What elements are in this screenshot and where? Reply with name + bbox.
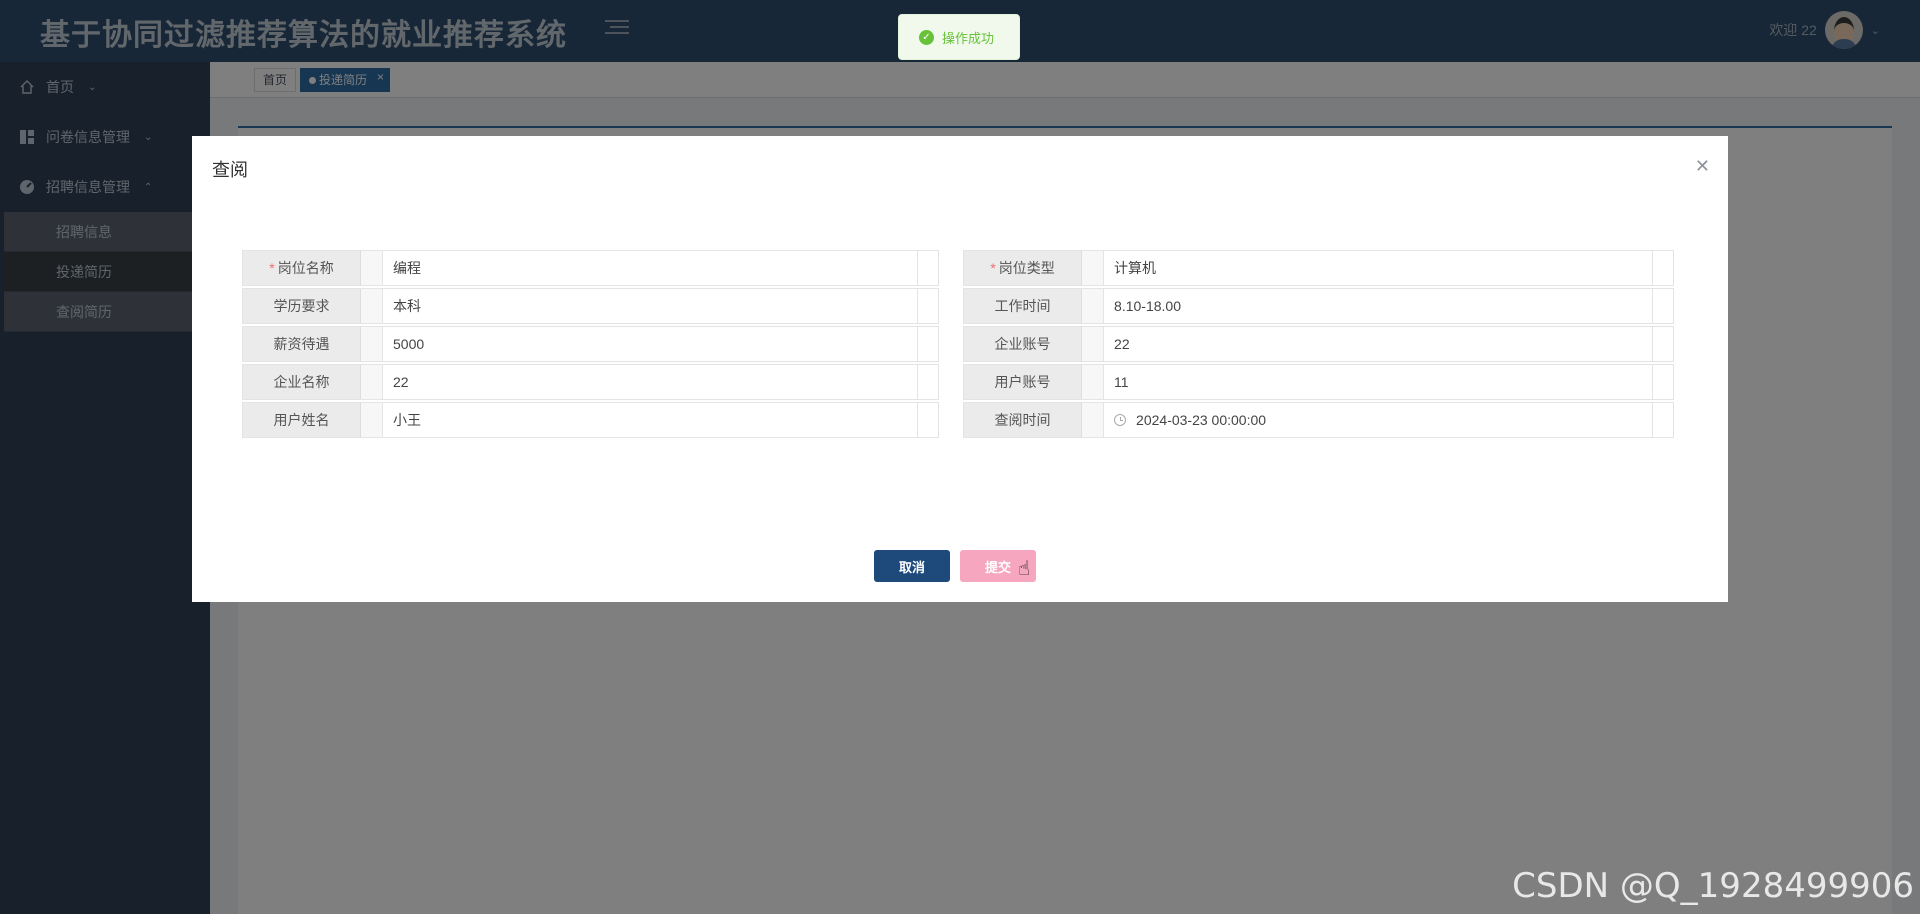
education-input[interactable]: 本科	[383, 289, 919, 323]
work-hours-input[interactable]: 8.10-18.00	[1104, 289, 1653, 323]
success-toast: ✓ 操作成功	[898, 14, 1020, 60]
view-time-picker[interactable]: 2024-03-23 00:00:00	[1104, 403, 1653, 437]
position-type-input[interactable]: 计算机	[1104, 251, 1653, 285]
field-salary: 薪资待遇 5000	[242, 326, 940, 362]
field-position-type: * 岗位类型 计算机	[963, 250, 1674, 286]
hand-cursor-icon: ☝	[1018, 558, 1031, 580]
field-work-hours: 工作时间 8.10-18.00	[963, 288, 1674, 324]
field-company-name: 企业名称 22	[242, 364, 940, 400]
cancel-button[interactable]: 取消	[874, 550, 950, 582]
view-dialog: 查阅 ✕ * 岗位名称 编程 * 岗位类型 计算机 学历要求 本科 工作时间 8…	[192, 136, 1728, 602]
field-position-name: * 岗位名称 编程	[242, 250, 940, 286]
field-education: 学历要求 本科	[242, 288, 940, 324]
field-company-account: 企业账号 22	[963, 326, 1674, 362]
field-label: 企业名称	[243, 365, 361, 399]
detail-form: * 岗位名称 编程 * 岗位类型 计算机 学历要求 本科 工作时间 8.10-1…	[242, 250, 1674, 440]
check-circle-icon: ✓	[919, 29, 934, 45]
field-label: 工作时间	[964, 289, 1083, 323]
field-label: 查阅时间	[964, 403, 1083, 437]
dialog-title: 查阅	[212, 160, 248, 180]
field-label: 学历要求	[243, 289, 361, 323]
user-name-input[interactable]: 小王	[383, 403, 919, 437]
close-icon[interactable]: ✕	[1695, 156, 1710, 177]
company-account-input[interactable]: 22	[1104, 327, 1653, 361]
toast-message: 操作成功	[942, 30, 995, 46]
watermark: CSDN @Q_1928499906	[1512, 866, 1914, 906]
field-label: 用户姓名	[243, 403, 361, 437]
view-time-value: 2024-03-23 00:00:00	[1136, 412, 1267, 428]
submit-button[interactable]: 提交 ☝	[960, 550, 1036, 582]
field-user-account: 用户账号 11	[963, 364, 1674, 400]
field-label: * 岗位类型	[964, 251, 1083, 285]
user-account-input[interactable]: 11	[1104, 365, 1653, 399]
field-view-time: 查阅时间 2024-03-23 00:00:00	[963, 402, 1674, 438]
clock-icon	[1114, 414, 1127, 426]
company-name-input[interactable]: 22	[383, 365, 919, 399]
field-label: 用户账号	[964, 365, 1083, 399]
salary-input[interactable]: 5000	[383, 327, 919, 361]
field-label: * 岗位名称	[243, 251, 361, 285]
field-label: 薪资待遇	[243, 327, 361, 361]
field-user-name: 用户姓名 小王	[242, 402, 940, 438]
field-label: 企业账号	[964, 327, 1083, 361]
position-name-input[interactable]: 编程	[383, 251, 919, 285]
dialog-actions: 取消 提交 ☝	[874, 550, 1036, 582]
submit-label: 提交	[984, 559, 1011, 575]
